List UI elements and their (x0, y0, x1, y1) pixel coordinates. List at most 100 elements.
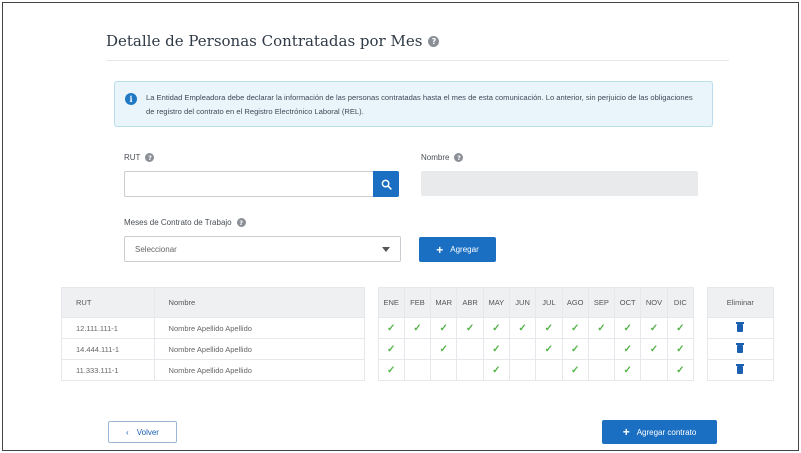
rut-label: RUT ? (124, 153, 155, 162)
table-row: 12.111.111-1 Nombre Apellido Apellido ✓ ✓ ✓ ✓… (61, 317, 775, 339)
cell-month-jun: ✓ (508, 317, 537, 339)
cell-rut: 11.333.111-1 (61, 359, 155, 381)
meses-select[interactable]: Seleccionar (124, 236, 401, 262)
check-icon: ✓ (518, 322, 527, 334)
info-text: La Entidad Empleadora debe declarar la i… (146, 93, 693, 116)
check-icon: ✓ (544, 343, 554, 355)
cell-month-oct: ✓ (614, 359, 642, 381)
cell-month-ene: ✓ (377, 317, 405, 339)
col-header-month: ENE (377, 287, 405, 318)
cell-nombre: Nombre Apellido Apellido (153, 338, 365, 360)
cell-month-feb (403, 359, 432, 381)
col-header-month: SEP (587, 287, 616, 318)
cell-month-nov: ✓ (640, 317, 668, 339)
rut-label-text: RUT (124, 153, 141, 162)
cell-eliminar (706, 359, 775, 381)
trash-icon[interactable] (736, 343, 745, 353)
cell-month-abr: ✓ (456, 317, 484, 339)
col-header-eliminar: Eliminar (706, 287, 775, 318)
cell-nombre: Nombre Apellido Apellido (153, 359, 365, 381)
agregar-contrato-label: Agregar contrato (636, 427, 697, 437)
cell-month-ene: ✓ (377, 359, 405, 381)
cell-month-feb: ✓ (403, 317, 432, 339)
cell-month-abr (456, 338, 484, 360)
nombre-field (421, 171, 698, 196)
search-button[interactable] (373, 171, 399, 197)
col-header-month: JUL (535, 287, 563, 318)
cell-month-sep (587, 338, 616, 360)
col-header-rut: RUT (61, 287, 155, 318)
cell-month-jul (535, 359, 563, 381)
check-icon: ✓ (439, 343, 448, 355)
agregar-button-label: Agregar (450, 245, 479, 254)
check-icon: ✓ (465, 322, 475, 334)
col-header-nombre: Nombre (153, 287, 365, 318)
meses-help-icon[interactable]: ? (236, 218, 246, 227)
cell-eliminar (706, 338, 775, 360)
cell-gap (363, 338, 379, 360)
check-icon: ✓ (676, 343, 685, 355)
cell-month-feb (403, 338, 432, 360)
search-icon (381, 179, 392, 190)
cell-month-mar: ✓ (430, 317, 458, 339)
cell-month-ago: ✓ (561, 338, 589, 360)
agregar-button[interactable]: + Agregar (419, 237, 496, 262)
check-icon: ✓ (649, 322, 659, 334)
nombre-label: Nombre ? (421, 153, 464, 162)
rut-help-icon[interactable]: ? (145, 153, 155, 162)
cell-month-sep (587, 359, 616, 381)
help-icon[interactable]: ? (428, 35, 440, 47)
col-header-month: ABR (456, 287, 484, 318)
nombre-help-icon[interactable]: ? (454, 153, 464, 162)
col-header-month: MAR (430, 287, 458, 318)
cell-month-may: ✓ (482, 338, 510, 360)
cell-gap (692, 359, 708, 381)
page-title: Detalle de Personas Contratadas por Mes … (106, 32, 440, 50)
check-icon: ✓ (439, 322, 448, 334)
check-icon: ✓ (570, 322, 580, 334)
check-icon: ✓ (570, 364, 580, 376)
trash-icon[interactable] (736, 322, 745, 332)
cell-month-may: ✓ (482, 359, 510, 381)
agregar-contrato-button[interactable]: + Agregar contrato (602, 420, 717, 444)
table-row: 11.333.111-1 Nombre Apellido Apellido ✓ ✓ ✓ ✓… (61, 359, 775, 381)
check-icon: ✓ (492, 364, 501, 376)
check-icon: ✓ (623, 322, 632, 334)
volver-button[interactable]: ‹ Volver (108, 421, 177, 443)
cell-month-dic: ✓ (666, 317, 694, 339)
cell-month-mar: ✓ (430, 338, 458, 360)
cell-month-nov (640, 359, 668, 381)
cell-gap (692, 317, 708, 339)
col-header-month: FEB (403, 287, 432, 318)
cell-nombre: Nombre Apellido Apellido (153, 317, 365, 339)
check-icon: ✓ (676, 364, 685, 376)
meses-label-text: Meses de Contrato de Trabajo (124, 218, 232, 227)
trash-icon[interactable] (736, 364, 745, 374)
cell-gap (363, 359, 379, 381)
cell-month-jun (508, 338, 537, 360)
meses-select-value: Seleccionar (135, 244, 177, 254)
check-icon: ✓ (570, 343, 580, 355)
col-header-month: AGO (561, 287, 589, 318)
cell-month-oct: ✓ (614, 317, 642, 339)
rut-input[interactable] (124, 171, 373, 197)
cell-month-nov: ✓ (640, 338, 668, 360)
cell-month-dic: ✓ (666, 359, 694, 381)
check-icon: ✓ (386, 343, 396, 355)
check-icon: ✓ (386, 364, 396, 376)
table-row: 14.444.111-1 Nombre Apellido Apellido ✓ ✓ ✓ ✓… (61, 338, 775, 360)
col-gap (692, 287, 708, 318)
cell-month-jul: ✓ (535, 338, 563, 360)
cell-month-jun (508, 359, 537, 381)
col-header-month: MAY (482, 287, 510, 318)
cell-month-oct: ✓ (614, 338, 642, 360)
cell-month-ene: ✓ (377, 338, 405, 360)
check-icon: ✓ (623, 364, 632, 376)
col-header-month: OCT (614, 287, 642, 318)
chevron-left-icon: ‹ (126, 427, 129, 437)
check-icon: ✓ (492, 343, 501, 355)
plus-icon: + (622, 425, 630, 439)
contracts-table: RUT Nombre ENE FEB MAR ABR MAY JUN JUL A… (61, 287, 775, 381)
cell-month-ago: ✓ (561, 359, 589, 381)
check-icon: ✓ (597, 322, 606, 334)
